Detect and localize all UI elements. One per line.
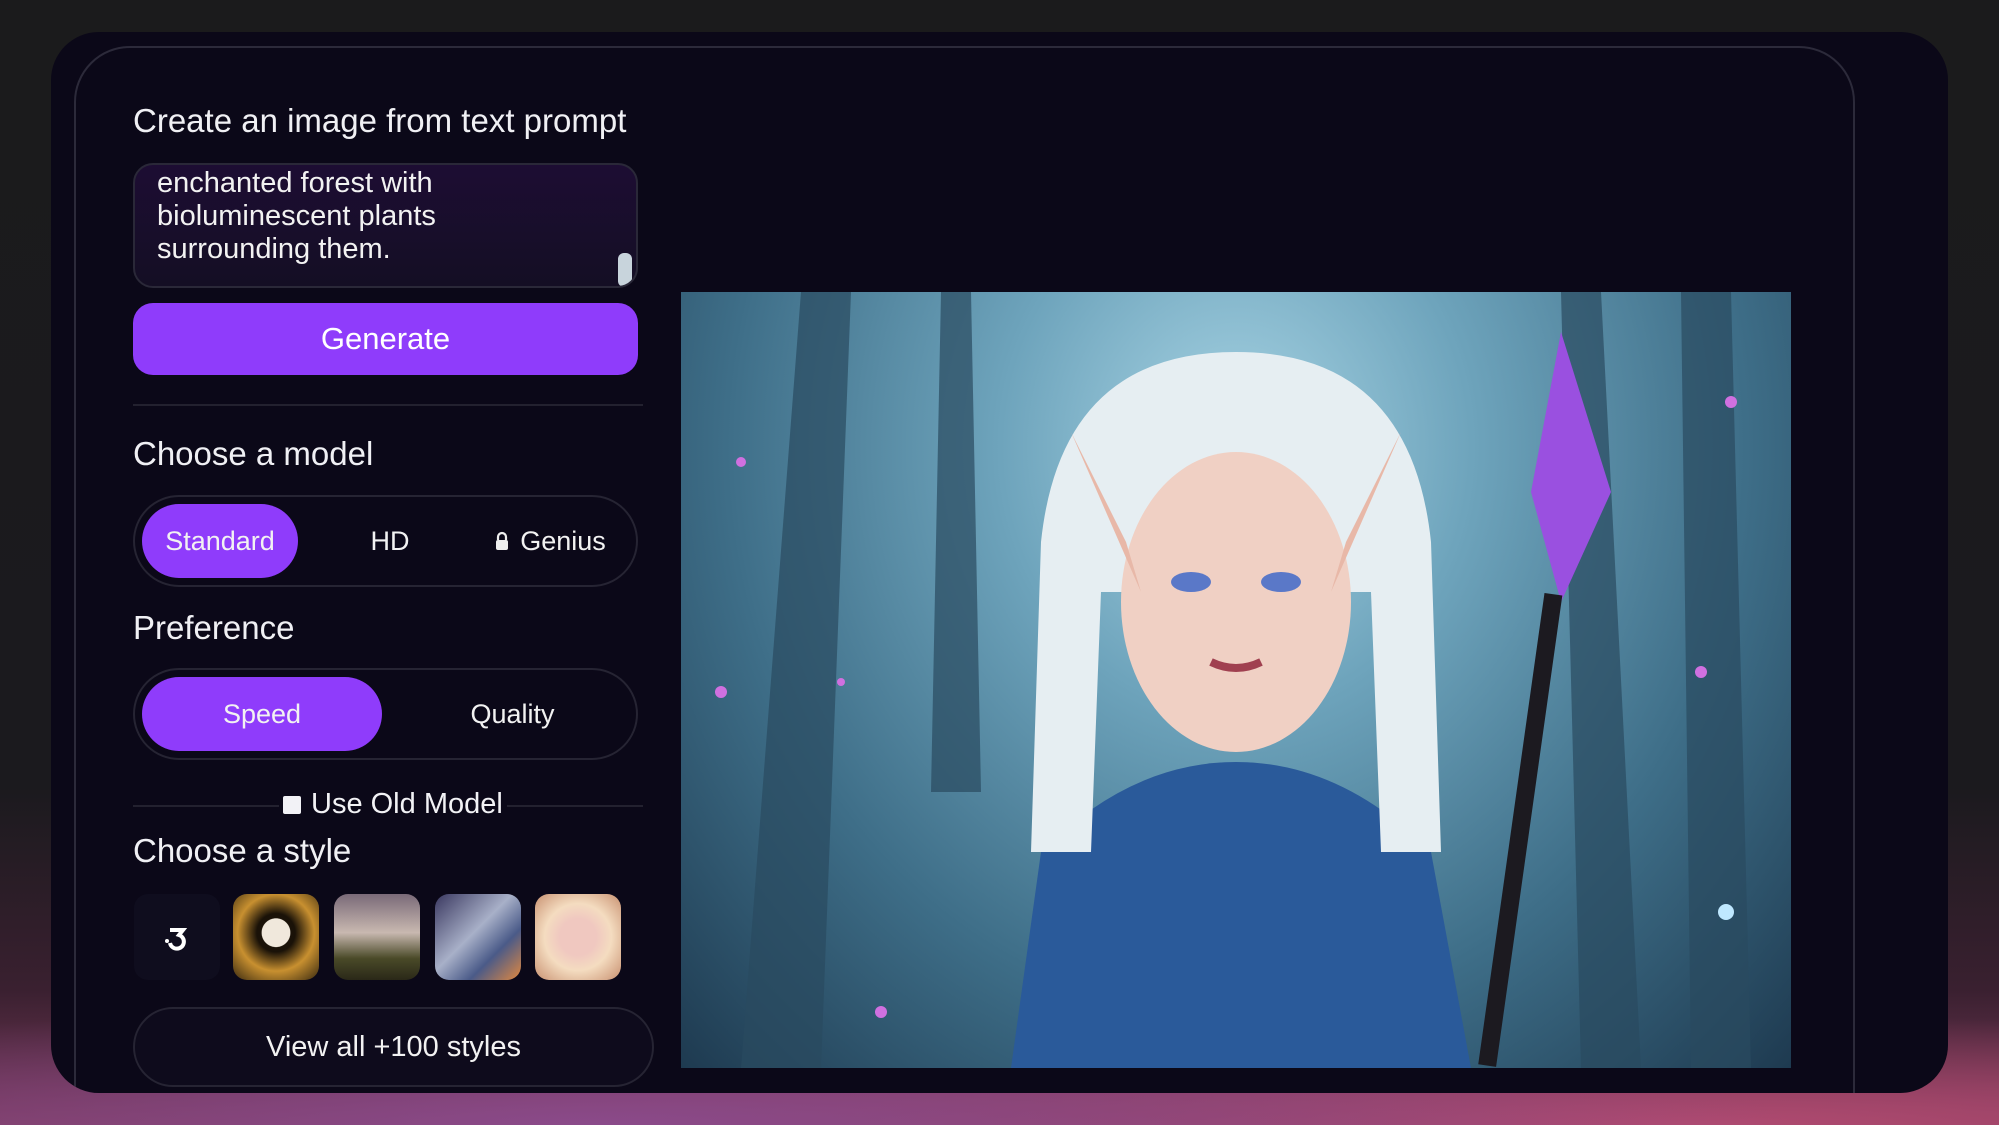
prompt-textarea[interactable]: enchanted forest with bioluminescent pla… (133, 163, 638, 288)
preference-label: Speed (222, 698, 302, 729)
generated-image (681, 292, 1791, 1068)
checkbox-box[interactable] (283, 795, 301, 814)
model-title: Choose a model (133, 435, 374, 472)
prompt-text: enchanted forest with bioluminescent pla… (157, 167, 436, 265)
preference-label: Quality (470, 698, 555, 729)
use-old-model-checkbox[interactable]: Use Old Model (279, 788, 507, 821)
divider (133, 404, 643, 406)
model-label: Genius (520, 525, 606, 556)
elf-illustration (715, 292, 1751, 1068)
style-anime[interactable] (535, 894, 621, 980)
model-hd[interactable]: HD (325, 504, 455, 578)
model-label: Standard (165, 525, 275, 556)
style-forest[interactable] (334, 894, 420, 980)
view-all-styles-button[interactable]: View all +100 styles (133, 1007, 654, 1087)
prompt-title: Create an image from text prompt (133, 102, 627, 139)
style-panda[interactable] (233, 894, 319, 980)
style-title: Choose a style (133, 832, 352, 869)
style-robot[interactable] (435, 894, 521, 980)
model-genius[interactable]: Genius (470, 504, 630, 578)
no-style-icon (165, 928, 188, 951)
generate-button[interactable]: Generate (133, 303, 638, 375)
style-none[interactable] (134, 894, 220, 980)
preference-quality[interactable]: Quality (395, 677, 630, 751)
app-frame: Create an image from text prompt enchant… (51, 32, 1948, 1093)
use-old-model-label: Use Old Model (311, 788, 503, 820)
textarea-scrollbar[interactable] (618, 253, 632, 286)
preference-speed[interactable]: Speed (142, 677, 382, 751)
lock-icon (496, 531, 509, 550)
preference-title: Preference (133, 609, 295, 646)
model-label: HD (370, 525, 410, 556)
preference-selector: Speed Quality (133, 668, 638, 760)
model-standard[interactable]: Standard (142, 504, 298, 578)
model-selector: Standard HD Genius (133, 495, 638, 587)
